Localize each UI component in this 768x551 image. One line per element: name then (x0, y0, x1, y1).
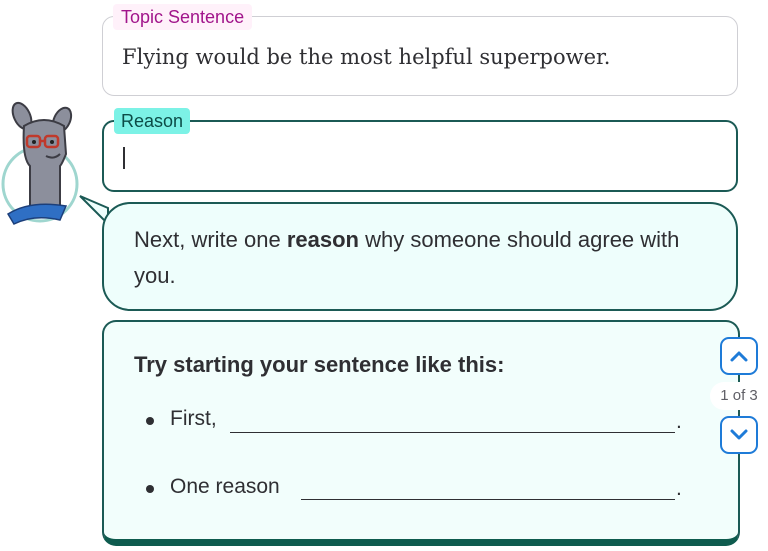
previous-starter-button[interactable] (720, 337, 758, 375)
chevron-down-icon (730, 429, 748, 440)
topic-sentence-text: Flying would be the most helpful superpo… (122, 45, 611, 69)
starter-option-first: First, (170, 407, 217, 430)
bullet-icon (146, 417, 154, 425)
text-caret (123, 147, 125, 169)
reason-label: Reason (114, 108, 191, 134)
starter-blank-line (301, 499, 675, 500)
reason-input[interactable] (102, 120, 738, 192)
starter-period: . (676, 477, 682, 500)
instruction-text: Next, write one reason why someone shoul… (134, 227, 680, 288)
sentence-starter-title: Try starting your sentence like this: (134, 352, 505, 377)
instruction-keyword: reason (286, 227, 359, 252)
topic-sentence-label: Topic Sentence (113, 4, 253, 30)
bullet-icon (146, 485, 154, 493)
next-starter-button[interactable] (720, 416, 758, 454)
starter-period: . (676, 410, 682, 433)
chevron-up-icon (730, 351, 748, 362)
llama-avatar-icon (1, 101, 79, 225)
starter-option-one-reason: One reason (170, 475, 280, 498)
starter-blank-line (230, 432, 675, 433)
pager-count: 1 of 3 (710, 382, 768, 410)
